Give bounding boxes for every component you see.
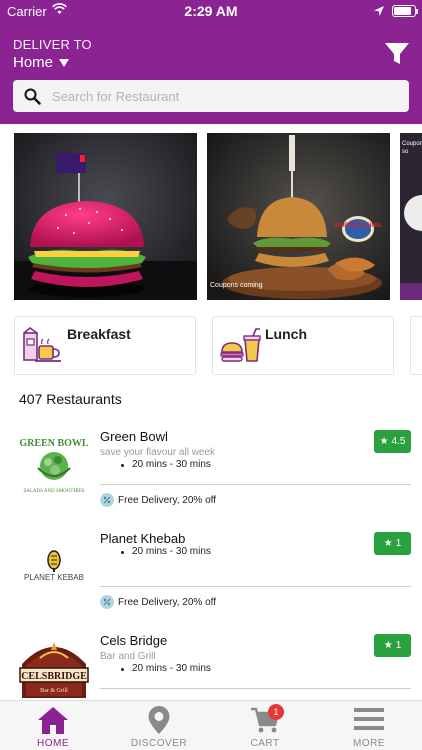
green-bowl-logo: GREEN BOWL SALADS AND SMOOTHIES	[18, 426, 90, 498]
rating-badge: ★ 1	[374, 634, 411, 657]
svg-text:CELSBRIDGE: CELSBRIDGE	[21, 671, 87, 682]
category-breakfast[interactable]: Breakfast	[14, 316, 196, 375]
svg-text:Coupons: Coupons	[402, 141, 422, 147]
filter-icon	[385, 43, 409, 64]
burger-king-banner[interactable]: BURGER KING Coupons coming	[207, 133, 390, 300]
restaurant-card[interactable]: CELSBRIDGE Bar & Grill Cels Bridge Bar a…	[0, 622, 422, 700]
tab-cart[interactable]: 1 CART	[212, 701, 318, 750]
home-icon	[37, 705, 69, 740]
promo-row: Free Delivery, 20% off	[100, 493, 216, 507]
svg-text:PLANET KEBAB: PLANET KEBAB	[24, 573, 84, 582]
delivery-time: 20 mins - 30 mins	[121, 663, 211, 674]
percent-icon	[100, 493, 114, 507]
pink-burger-banner[interactable]	[14, 133, 197, 300]
restaurant-name: Green Bowl	[100, 429, 168, 444]
cels-bridge-logo: CELSBRIDGE Bar & Grill	[18, 634, 90, 706]
category-breakfast-label: Breakfast	[67, 326, 131, 342]
category-partial[interactable]	[410, 316, 422, 375]
status-bar: Carrier 2:29 AM	[0, 0, 422, 22]
category-lunch[interactable]: Lunch	[212, 316, 394, 375]
divider	[100, 688, 411, 689]
restaurant-tagline: save your flavour all week	[100, 447, 216, 458]
restaurant-name: Planet Khebab	[100, 531, 186, 546]
star-icon: ★	[379, 436, 389, 447]
svg-text:BURGER KING: BURGER KING	[335, 222, 381, 229]
menu-icon	[353, 705, 385, 738]
app-root: Carrier 2:29 AM DELIVER TO Home Search f…	[0, 0, 422, 750]
category-row: Breakfast Lunch	[14, 316, 422, 376]
search-bar[interactable]	[13, 80, 409, 112]
location-label: Home	[13, 54, 54, 71]
tab-more-label: MORE	[353, 738, 385, 749]
filter-button[interactable]	[384, 42, 410, 66]
breakfast-icon	[21, 326, 63, 370]
cart-count-badge: 1	[268, 704, 284, 720]
star-icon: ★	[383, 640, 393, 651]
dropdown-triangle-icon	[59, 58, 70, 67]
svg-text:GREEN BOWL: GREEN BOWL	[19, 438, 89, 449]
tab-cart-label: CART	[250, 738, 280, 749]
banner-carousel[interactable]: BURGER KING Coupons coming Coupons so	[14, 133, 422, 300]
rating-badge: ★ 1	[374, 532, 411, 555]
battery-icon	[392, 5, 418, 17]
restaurant-card[interactable]: PLANET KEBAB Planet Khebab 20 mins - 30 …	[0, 520, 422, 620]
tab-home[interactable]: HOME	[0, 701, 106, 750]
star-icon: ★	[383, 538, 393, 549]
tab-more[interactable]: MORE	[316, 701, 422, 750]
percent-icon	[100, 595, 114, 609]
partial-banner[interactable]: Coupons so	[400, 133, 422, 300]
header: Carrier 2:29 AM DELIVER TO Home	[0, 0, 422, 124]
divider	[100, 484, 411, 485]
tab-home-label: HOME	[37, 738, 69, 749]
restaurant-name: Cels Bridge	[100, 633, 168, 648]
svg-text:SALADS AND SMOOTHIES: SALADS AND SMOOTHIES	[23, 489, 84, 494]
delivery-time: 20 mins - 30 mins	[121, 459, 211, 470]
map-pin-icon	[147, 705, 171, 740]
search-input[interactable]	[52, 88, 382, 104]
lunch-icon	[219, 327, 261, 370]
location-arrow-icon	[374, 4, 384, 19]
location-selector[interactable]: Home	[13, 54, 70, 71]
promo-text: Free Delivery, 20% off	[118, 494, 217, 506]
restaurant-card[interactable]: GREEN BOWL SALADS AND SMOOTHIES Green Bo…	[0, 418, 422, 518]
tab-discover-label: DISCOVER	[130, 738, 188, 749]
svg-text:Bar & Grill: Bar & Grill	[40, 688, 68, 694]
category-lunch-label: Lunch	[265, 326, 307, 342]
divider	[100, 586, 411, 587]
svg-text:Coupons coming: Coupons coming	[210, 282, 263, 289]
delivery-time: 20 mins - 30 mins	[121, 546, 211, 557]
tab-bar: HOME DISCOVER 1 CART MORE	[0, 700, 422, 750]
search-icon	[24, 88, 41, 105]
restaurant-tagline: Bar and Grill	[100, 651, 156, 662]
tab-discover[interactable]: DISCOVER	[106, 701, 212, 750]
restaurant-count: 407 Restaurants	[19, 391, 122, 407]
deliver-to-label: DELIVER TO	[13, 37, 92, 52]
svg-text:so: so	[402, 149, 409, 155]
promo-row: Free Delivery, 20% off	[100, 595, 216, 609]
clock: 2:29 AM	[184, 3, 238, 19]
rating-badge: ★ 4.5	[374, 430, 411, 453]
promo-text: Free Delivery, 20% off	[118, 596, 217, 608]
planet-kebab-logo: PLANET KEBAB	[18, 530, 90, 602]
